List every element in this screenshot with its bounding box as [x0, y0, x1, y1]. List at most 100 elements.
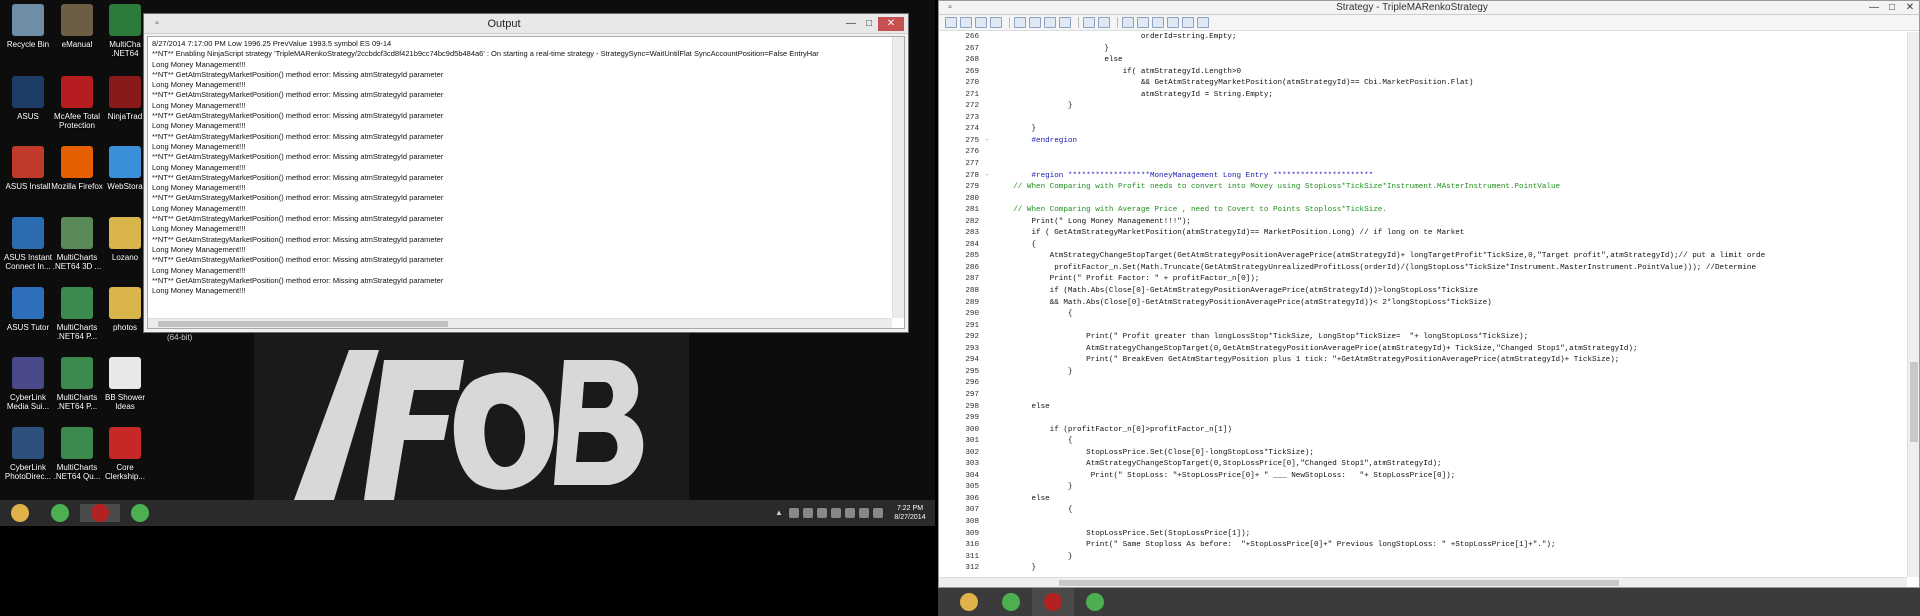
code-line[interactable]: 275- #endregion	[939, 136, 1909, 148]
output-vertical-scrollbar[interactable]	[892, 37, 904, 318]
wifi-icon[interactable]	[845, 508, 855, 518]
code-line[interactable]: 277	[939, 159, 1909, 171]
desktop-icon-pdf[interactable]: Core Clerkship...	[97, 427, 153, 481]
code-line[interactable]: 308	[939, 517, 1909, 529]
code-line[interactable]: 280	[939, 194, 1909, 206]
right-taskbar-button-file-explorer[interactable]	[948, 588, 990, 616]
desktop-icon-asus[interactable]: ASUS	[0, 76, 56, 121]
right-taskbar-button-ninjatrader[interactable]	[1032, 588, 1074, 616]
code-line[interactable]: 296	[939, 378, 1909, 390]
output-window[interactable]: ▫ Output — □ ✕ 8/27/2014 7:17:00 PM Low …	[143, 13, 909, 333]
code-line[interactable]: 273	[939, 113, 1909, 125]
code-line[interactable]: 269 if( atmStrategyId.Length>0	[939, 67, 1909, 79]
desktop-icon-recycle-bin[interactable]: Recycle Bin	[0, 4, 56, 49]
outdent-icon[interactable]	[1167, 17, 1179, 28]
code-line[interactable]: 292 Print(" Profit greater than longLoss…	[939, 332, 1909, 344]
code-line[interactable]: 287 Print(" Profit Factor: " + profitFac…	[939, 274, 1909, 286]
undo-icon[interactable]	[1083, 17, 1095, 28]
output-titlebar[interactable]: ▫ Output — □ ✕	[144, 14, 908, 34]
code-line[interactable]: 289 && Math.Abs(Close[0]-GetAtmStrategyP…	[939, 298, 1909, 310]
app-tray-icon[interactable]	[803, 508, 813, 518]
code-line[interactable]: 285 AtmStrategyChangeStopTarget(GetAtmSt…	[939, 251, 1909, 263]
save-icon[interactable]	[945, 17, 957, 28]
replace-icon[interactable]	[1137, 17, 1149, 28]
code-line[interactable]: 286 profitFactor_n.Set(Math.Truncate(Get…	[939, 263, 1909, 275]
code-line[interactable]: 297	[939, 390, 1909, 402]
window-system-icon[interactable]: ▫	[941, 1, 959, 15]
left-taskbar-button-file-explorer[interactable]	[0, 504, 40, 522]
bluetooth-icon[interactable]	[873, 508, 883, 518]
code-line[interactable]: 310 Print(" Same Stoploss As before: "+S…	[939, 540, 1909, 552]
output-text-area[interactable]: 8/27/2014 7:17:00 PM Low 1996.25 PrevVal…	[147, 36, 905, 329]
code-line[interactable]: 274 }	[939, 124, 1909, 136]
right-taskbar-button-chrome[interactable]	[990, 588, 1032, 616]
code-line[interactable]: 299	[939, 413, 1909, 425]
left-taskbar-button-ninjatrader[interactable]	[80, 504, 120, 522]
strategy-editor-window[interactable]: ▫ Strategy - TripleMARenkoStrategy — □ ✕	[938, 0, 1920, 588]
comment-icon[interactable]	[1182, 17, 1194, 28]
code-line[interactable]: 301 {	[939, 436, 1909, 448]
code-line[interactable]: 306 else	[939, 494, 1909, 506]
code-line[interactable]: 302 StopLossPrice.Set(Close[0]-longStopL…	[939, 448, 1909, 460]
maximize-icon[interactable]: □	[860, 17, 878, 31]
output-scroll-thumb[interactable]	[158, 321, 448, 327]
code-line[interactable]: 300 if (profitFactor_n[0]>profitFactor_n…	[939, 425, 1909, 437]
code-line[interactable]: 305 }	[939, 482, 1909, 494]
paste-icon[interactable]	[1044, 17, 1056, 28]
new-icon[interactable]	[990, 17, 1002, 28]
code-line[interactable]: 307 {	[939, 505, 1909, 517]
window-system-icon[interactable]: ▫	[148, 17, 166, 31]
code-line[interactable]: 267 }	[939, 44, 1909, 56]
code-line[interactable]: 282 Print(" Long Money Management!!!");	[939, 217, 1909, 229]
desktop-icon-cyberlink[interactable]: CyberLink Media Sui...	[0, 357, 56, 411]
code-line[interactable]: 281 // When Comparing with Average Price…	[939, 205, 1909, 217]
left-taskbar-button-chrome[interactable]	[40, 504, 80, 522]
code-line[interactable]: 293 AtmStrategyChangeStopTarget(0,GetAtm…	[939, 344, 1909, 356]
code-line[interactable]: 304 Print(" StopLoss: "+StopLossPrice[0]…	[939, 471, 1909, 483]
right-taskbar-button-chrome[interactable]	[1074, 588, 1116, 616]
desktop-icon-asus-tutor[interactable]: ASUS Tutor	[0, 287, 56, 332]
desktop-icon-photodirector[interactable]: CyberLink PhotoDirec...	[0, 427, 56, 481]
code-editor[interactable]: 266 orderId=string.Empty; 267 } 268 else 26…	[939, 32, 1909, 580]
editor-hscroll-thumb[interactable]	[1059, 580, 1619, 586]
indent-icon[interactable]	[1152, 17, 1164, 28]
code-line[interactable]: 270 && GetAtmStrategyMarketPosition(atmS…	[939, 78, 1909, 90]
code-line[interactable]: 268 else	[939, 55, 1909, 67]
code-line[interactable]: 266 orderId=string.Empty;	[939, 32, 1909, 44]
code-line[interactable]: 290 {	[939, 309, 1909, 321]
find-icon[interactable]	[1122, 17, 1134, 28]
code-line[interactable]: 291	[939, 321, 1909, 333]
desktop-icon-document[interactable]: BB Shower Ideas	[97, 357, 153, 411]
code-line[interactable]: 295 }	[939, 367, 1909, 379]
editor-titlebar[interactable]: ▫ Strategy - TripleMARenkoStrategy — □ ✕	[939, 1, 1919, 15]
desktop-icon-asus-install[interactable]: ASUS Install	[0, 146, 56, 191]
editor-horizontal-scrollbar[interactable]	[939, 577, 1907, 587]
close-icon[interactable]: ✕	[1901, 1, 1919, 15]
close-icon[interactable]: ✕	[878, 16, 904, 31]
taskbar-clock[interactable]: 7:22 PM 8/27/2014	[885, 504, 935, 522]
code-line[interactable]: 312 }	[939, 563, 1909, 575]
code-line[interactable]: 298 else	[939, 402, 1909, 414]
code-line[interactable]: 283 if ( GetAtmStrategyMarketPosition(at…	[939, 228, 1909, 240]
code-line[interactable]: 278- #region ******************MoneyMana…	[939, 171, 1909, 183]
maximize-icon[interactable]: □	[1883, 1, 1901, 15]
code-line[interactable]: 284 {	[939, 240, 1909, 252]
flag-icon[interactable]	[817, 508, 827, 518]
code-line[interactable]: 294 Print(" BreakEven GetAtmStartegyPosi…	[939, 355, 1909, 367]
code-line[interactable]: 309 StopLossPrice.Set(StopLossPrice[1]);	[939, 529, 1909, 541]
print-icon[interactable]	[960, 17, 972, 28]
code-line[interactable]: 288 if (Math.Abs(Close[0]-GetAtmStrategy…	[939, 286, 1909, 298]
fold-marker[interactable]: -	[983, 136, 991, 148]
code-line[interactable]: 271 atmStrategyId = String.Empty;	[939, 90, 1909, 102]
code-line[interactable]: 276	[939, 147, 1909, 159]
minimize-icon[interactable]: —	[842, 17, 860, 31]
volume-icon[interactable]	[859, 508, 869, 518]
show-hidden-icons-icon[interactable]: ▲	[775, 508, 785, 518]
fold-marker[interactable]: -	[983, 171, 991, 183]
redo-icon[interactable]	[1098, 17, 1110, 28]
desktop-icon-asus-instant-connect[interactable]: ASUS Instant Connect In...	[0, 217, 56, 271]
delete-icon[interactable]	[1059, 17, 1071, 28]
code-line[interactable]: 272 }	[939, 101, 1909, 113]
code-line[interactable]: 311 }	[939, 552, 1909, 564]
cut-icon[interactable]	[1014, 17, 1026, 28]
